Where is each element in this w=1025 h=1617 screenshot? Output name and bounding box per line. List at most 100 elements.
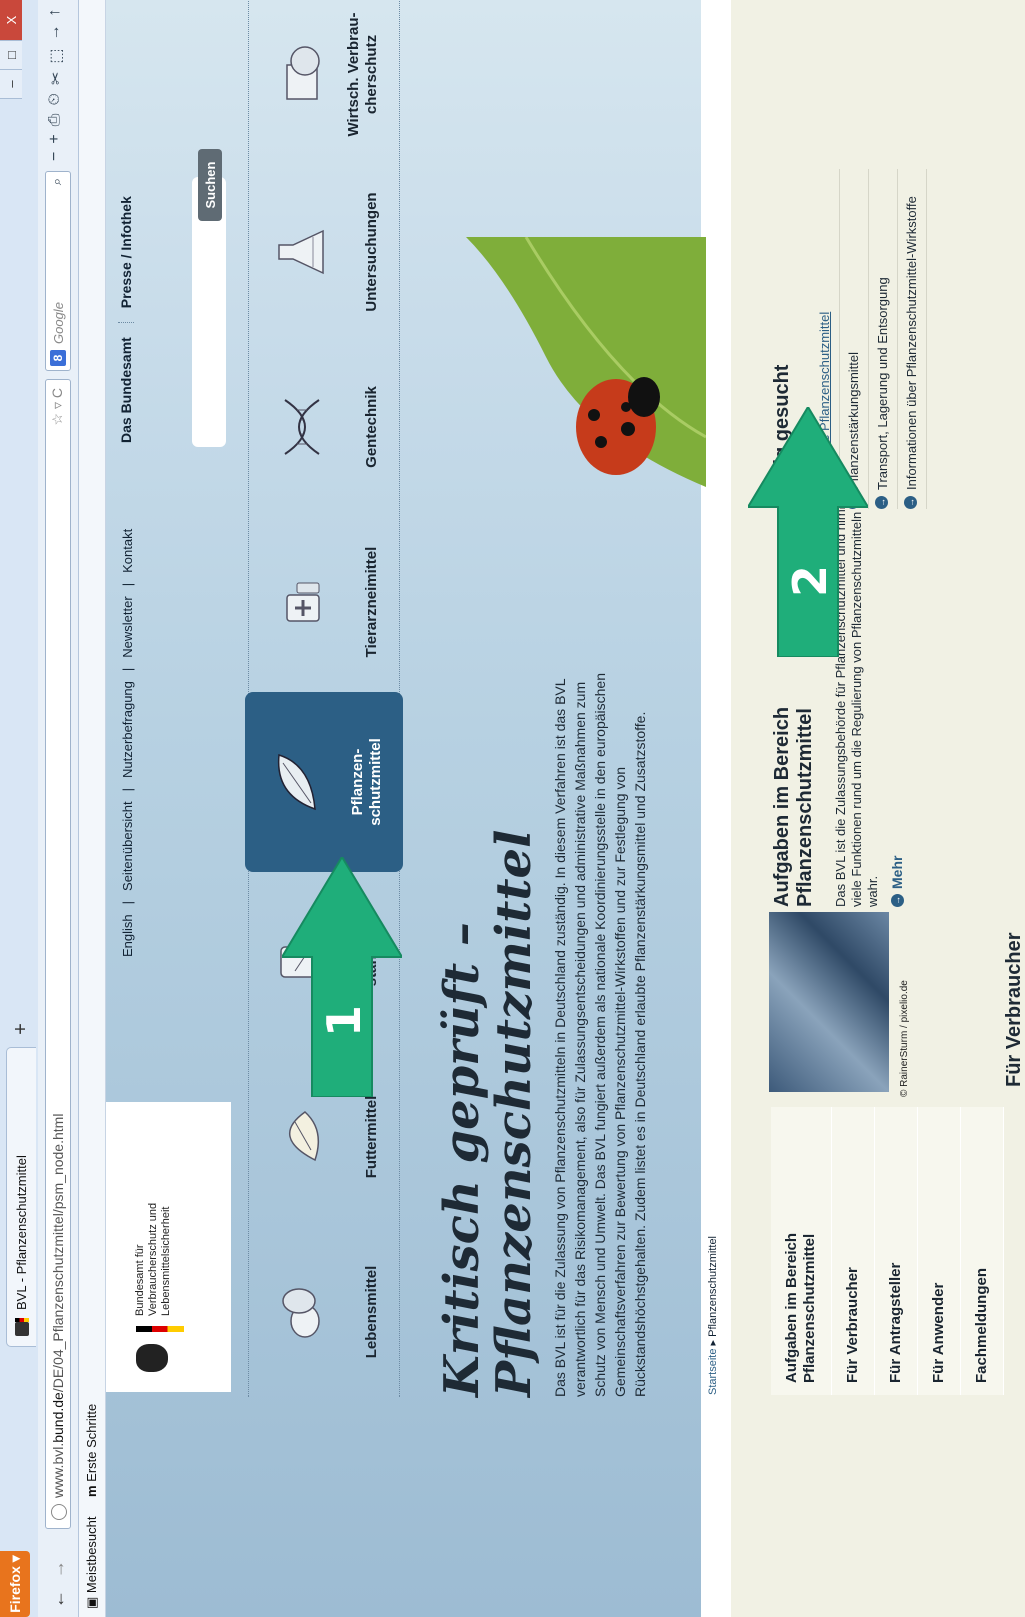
bvl-favicon-icon: [14, 1322, 29, 1336]
bvl-logo[interactable]: Bundesamt für Verbraucherschutz und Lebe…: [106, 1102, 231, 1392]
tab-title: BVL - Pflanzenschutzmittel: [14, 1155, 29, 1310]
firefox-menu-button[interactable]: Firefox ▾: [0, 1551, 30, 1617]
category-label: Futtermittel: [363, 1095, 380, 1179]
print-icon[interactable]: ⎙: [46, 114, 66, 127]
page-title-line: Kritisch geprüft –: [434, 922, 490, 1397]
aufgaben-teaser-image[interactable]: [769, 912, 889, 1092]
mehr-link[interactable]: → Mehr: [889, 856, 905, 907]
link-english[interactable]: English: [120, 914, 135, 957]
browser-window: Firefox ▾ BVL - Pflanzenschutzmittel + –…: [0, 0, 1025, 1617]
zoom-out-icon[interactable]: −: [46, 152, 66, 161]
search-engine-icon[interactable]: 8: [50, 350, 66, 366]
page-title-line: Pflanzenschutzmittel: [486, 829, 542, 1397]
main-navigation: Das Bundesamt Presse / Infothek: [118, 182, 134, 457]
breadcrumb-separator: ▸: [707, 1339, 719, 1346]
logo-line: Bundesamt für: [134, 1244, 146, 1316]
sidebar-item-anwender[interactable]: Für Anwender: [918, 1107, 961, 1395]
bookmark-label: Erste Schritte: [84, 1403, 99, 1482]
list-item[interactable]: → Informationen über Pflanzenschutzmittel…: [898, 169, 927, 509]
new-tab-button[interactable]: +: [9, 1017, 33, 1041]
bookmark-label: Meistbesucht: [84, 1516, 99, 1594]
wirtschaft-icon: [286, 46, 320, 101]
url-path: /DE/04_Pflanzenschutzmittel/psm_node.htm…: [50, 1113, 66, 1393]
back-arrow-icon[interactable]: ←: [46, 1587, 70, 1611]
window-controls: – □ X: [0, 0, 22, 99]
sidebar-item-fachmeldungen[interactable]: Fachmeldungen: [961, 1107, 1004, 1395]
untersuchungen-icon: [278, 229, 324, 275]
category-gentechnik[interactable]: Gentechnik: [249, 342, 399, 512]
sidebar-item-verbraucher[interactable]: Für Verbraucher: [832, 1107, 875, 1395]
nav-das-bundesamt[interactable]: Das Bundesamt: [118, 323, 134, 457]
arrow-circle-icon: →: [904, 496, 917, 509]
freq-item-label: Informationen über Pflanzenschutzmittel-…: [904, 196, 919, 490]
bookmark-meistbesucht[interactable]: ▣ Meistbesucht: [84, 1517, 100, 1610]
eagle-icon: [136, 1344, 168, 1372]
separator: |: [120, 582, 135, 587]
search-engine-box[interactable]: 8 Google ⌕: [45, 171, 71, 371]
breadcrumb-home-link[interactable]: Startseite: [707, 1349, 719, 1395]
close-window-button[interactable]: X: [0, 0, 22, 41]
tierarzneimittel-icon: [286, 582, 320, 622]
url-tools-icons[interactable]: ☆ ▿ C: [49, 388, 66, 425]
screenshot-icon[interactable]: ✂: [46, 72, 66, 85]
minimize-button[interactable]: –: [0, 70, 22, 99]
zoom-in-icon[interactable]: +: [46, 134, 66, 143]
link-newsletter[interactable]: Newsletter: [120, 596, 135, 657]
tab-bar: Firefox ▾ BVL - Pflanzenschutzmittel + –…: [0, 0, 39, 1617]
search-button[interactable]: Suchen: [198, 149, 222, 221]
hero-area: Bundesamt für Verbraucherschutz und Lebe…: [106, 0, 706, 1617]
logo-line: Verbraucherschutz und: [147, 1202, 159, 1316]
gentechnik-icon: [284, 399, 320, 455]
image-credit: © RainerSturm / pixelio.de: [899, 980, 910, 1097]
futtermittel-icon: [288, 1111, 320, 1162]
bookmark-menu-icon[interactable]: ⬚: [46, 48, 66, 63]
breadcrumb: Startseite ▸ Pflanzenschutzmittel: [706, 1236, 719, 1395]
sidebar-item-aufgaben[interactable]: Aufgaben im Bereich Pflanzenschutzmittel: [771, 1107, 832, 1395]
category-pflanzenschutzmittel[interactable]: Pflanzen- schutzmittel: [245, 692, 403, 872]
category-wirtschaft[interactable]: Wirtsch. Verbrau- cherschutz: [249, 0, 399, 162]
browser-tab[interactable]: BVL - Pflanzenschutzmittel: [6, 1047, 36, 1347]
web-page: Bundesamt für Verbraucherschutz und Lebe…: [106, 0, 1025, 1617]
next-arrow-icon[interactable]: →: [46, 24, 66, 40]
bookmark-erste-schritte[interactable]: m Erste Schritte: [84, 1404, 99, 1497]
list-item[interactable]: → Transport, Lagerung und Entsorgung: [869, 169, 898, 509]
history-icon[interactable]: ⏲: [46, 93, 66, 105]
sidebar-item-antragsteller[interactable]: Für Antragsteller: [875, 1107, 918, 1395]
lebensmittel-icon: [282, 1288, 320, 1338]
maximize-button[interactable]: □: [0, 41, 22, 70]
annotation-number-1: 1: [317, 1005, 371, 1037]
category-label: Wirtsch. Verbrau- cherschutz: [345, 12, 380, 137]
link-nutzerbefragung[interactable]: Nutzerbefragung: [120, 681, 135, 778]
arrow-circle-icon: →: [890, 894, 904, 907]
category-navigation: Lebensmittel Futtermittel Bedarfsgegen- …: [245, 0, 403, 1397]
address-bar[interactable]: www.bvl. bund.de/DE/04_Pflanzenschutzmitt…: [45, 379, 71, 1529]
annotation-arrow-1: 1: [282, 857, 402, 1097]
separator: |: [120, 667, 135, 672]
link-kontakt[interactable]: Kontakt: [120, 529, 135, 573]
ladybug-on-leaf-image: [466, 237, 706, 487]
category-lebensmittel[interactable]: Lebensmittel: [249, 1227, 399, 1397]
url-domain: bund.de: [50, 1392, 66, 1443]
arrow-circle-icon: →: [875, 496, 888, 509]
bookmarks-toolbar: ▣ Meistbesucht m Erste Schritte: [79, 0, 106, 1617]
magnifier-icon[interactable]: ⌕: [49, 178, 65, 185]
category-label: Lebensmittel: [363, 1265, 380, 1359]
separator: |: [120, 787, 135, 792]
service-links: English | Seitenübersicht | Nutzerbefragun…: [120, 529, 135, 957]
search-engine-placeholder: Google: [50, 302, 66, 344]
home-icon[interactable]: ↑: [46, 8, 66, 16]
forward-arrow-icon[interactable]: →: [46, 1557, 70, 1581]
navigation-bar: ← → www.bvl. bund.de/DE/04_Pflanzenschutz…: [38, 0, 79, 1617]
link-seitenuebersicht[interactable]: Seitenübersicht: [120, 801, 135, 891]
fuer-verbraucher-teaser-title[interactable]: Für Verbraucher: [1003, 932, 1025, 1087]
logo-text: Bundesamt für Verbraucherschutz und Lebe…: [134, 1116, 173, 1316]
breadcrumb-current: Pflanzenschutzmittel: [707, 1235, 719, 1337]
category-untersuchungen[interactable]: Untersuchungen: [249, 167, 399, 337]
url-prefix: www.bvl.: [50, 1442, 66, 1498]
logo-line: Lebensmittelsicherheit: [160, 1206, 172, 1316]
nav-presse-infothek[interactable]: Presse / Infothek: [118, 182, 134, 324]
toolbar-icons: − + ⎙ ⏲ ✂ ⬚ → ↑: [46, 8, 66, 161]
category-tierarzneimittel[interactable]: Tierarzneimittel: [249, 517, 399, 687]
annotation-arrow-2: 2: [748, 407, 868, 657]
sidebar-navigation: Aufgaben im Bereich Pflanzenschutzmittel…: [771, 1107, 1004, 1395]
